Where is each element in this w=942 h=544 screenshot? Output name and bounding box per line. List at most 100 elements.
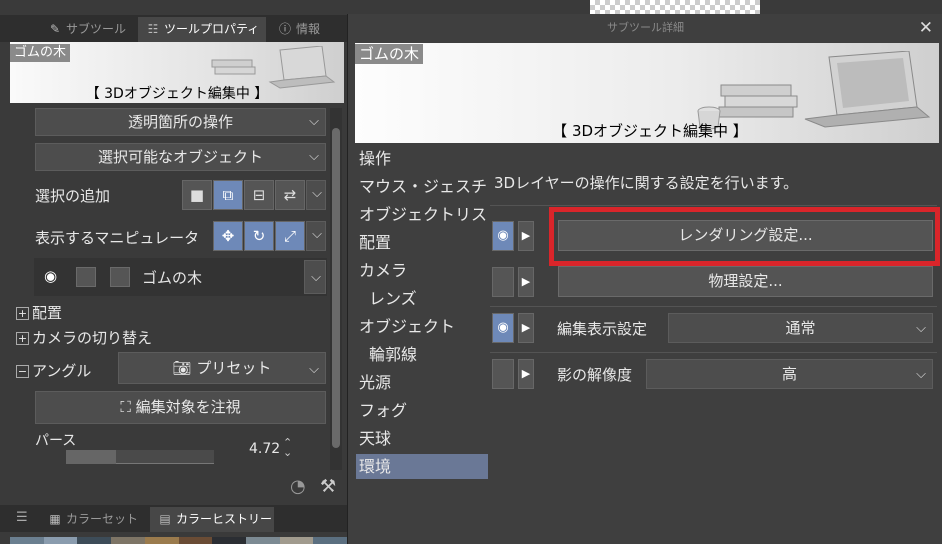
category-item[interactable]: カメラ: [356, 258, 488, 283]
physics-expand-button[interactable]: ▶: [518, 267, 534, 297]
square-icon: ■: [189, 186, 205, 204]
color-swatch[interactable]: [245, 537, 280, 544]
wrench-icon[interactable]: ⚒: [320, 476, 336, 497]
section-camera-switch[interactable]: + カメラの切り替え: [16, 327, 152, 348]
category-item[interactable]: オブジェクトリスト: [356, 202, 488, 227]
layer-checkbox-2[interactable]: [110, 267, 130, 287]
layer-dropdown[interactable]: ⌵: [304, 260, 326, 294]
tab-color-history[interactable]: ▤ カラーヒストリー: [150, 507, 274, 532]
color-swatch[interactable]: [10, 537, 44, 544]
chevron-down-icon: ⌵: [309, 149, 319, 164]
preview-status: 【 3Dオブジェクト編集中 】: [552, 122, 748, 140]
tab-subtool[interactable]: ✎ サブツール: [40, 17, 136, 42]
color-swatch[interactable]: [178, 537, 213, 544]
color-swatch[interactable]: [144, 537, 179, 544]
subtract-selection-button[interactable]: ⊟: [244, 180, 274, 210]
scrollbar-thumb[interactable]: [332, 128, 340, 448]
palette-icon: ▦: [49, 512, 61, 526]
scale-icon: ⤢: [283, 227, 296, 245]
swap-icon: ⇄: [283, 186, 297, 204]
object-layer-row[interactable]: ◉ ゴムの木 ⌵: [34, 258, 327, 296]
category-item[interactable]: 輪郭線: [356, 342, 488, 367]
add-selection-icon: ⧉: [222, 186, 234, 204]
brush-icon: ✎: [49, 22, 61, 36]
scale-manipulator-button[interactable]: ⤢: [275, 221, 305, 251]
category-item[interactable]: マウス・ジェスチャー: [356, 174, 488, 199]
category-item[interactable]: 操作: [356, 146, 488, 171]
color-swatch[interactable]: [77, 537, 112, 544]
chevron-down-icon: ⌵: [309, 362, 319, 377]
shadow-resolution-label: 影の解像度: [557, 366, 633, 384]
new-selection-button[interactable]: ■: [182, 180, 212, 210]
divider: [490, 306, 937, 307]
category-item[interactable]: 天球: [356, 426, 488, 451]
expand-icon: +: [16, 332, 29, 345]
close-icon[interactable]: ✕: [919, 18, 933, 38]
divider: [490, 205, 937, 206]
info-icon: ⓘ: [278, 22, 291, 36]
section-placement[interactable]: + 配置: [16, 302, 62, 323]
edit-display-visibility-toggle[interactable]: ◉: [492, 313, 514, 343]
tab-tool-property[interactable]: ☷ ツールプロパティ: [138, 17, 266, 42]
preset-dropdown[interactable]: 📷︎ プリセット ⌵: [118, 352, 326, 384]
eye-icon: ◉: [497, 228, 509, 243]
selectable-object-dropdown[interactable]: 選択可能なオブジェクト ⌵: [35, 143, 326, 171]
left-scrollbar[interactable]: [330, 108, 342, 470]
section-angle[interactable]: − アングル: [16, 360, 91, 381]
move-manipulator-button[interactable]: ✥: [213, 221, 243, 251]
panel-menu-icon[interactable]: ☰: [16, 510, 28, 525]
shadow-resolution-dropdown[interactable]: 高 ⌵: [646, 359, 933, 389]
selection-mode-dropdown[interactable]: ⌵: [306, 180, 326, 210]
color-swatch[interactable]: [111, 537, 145, 544]
film-icon: ▤: [159, 512, 171, 526]
perspective-value: 4.72: [249, 441, 281, 457]
physics-visibility-toggle[interactable]: [492, 267, 514, 297]
highlight-box: [549, 207, 940, 266]
chevron-down-icon: ⌵: [309, 114, 319, 129]
physics-settings-button[interactable]: 物理設定...: [558, 266, 933, 297]
color-swatch[interactable]: [313, 537, 348, 544]
shadow-visibility-toggle[interactable]: [492, 359, 514, 389]
perspective-slider[interactable]: [66, 450, 214, 464]
category-item[interactable]: 配置: [356, 230, 488, 255]
add-selection-button[interactable]: ⧉: [213, 180, 243, 210]
transparent-canvas: [590, 0, 760, 14]
rendering-expand-button[interactable]: ▶: [518, 221, 534, 251]
color-history-swatches[interactable]: [10, 537, 348, 544]
subtract-selection-icon: ⊟: [252, 186, 266, 204]
color-swatch[interactable]: [43, 537, 78, 544]
focus-edit-target-button[interactable]: ⛶ 編集対象を注視: [35, 391, 326, 424]
rotate-manipulator-button[interactable]: ↻: [244, 221, 274, 251]
divider: [490, 352, 937, 353]
category-description: 3Dレイヤーの操作に関する設定を行います。: [494, 174, 799, 192]
timer-icon[interactable]: ◔: [290, 476, 306, 497]
manipulator-dropdown[interactable]: ⌵: [306, 221, 326, 251]
canvas-area[interactable]: [347, 0, 942, 14]
focus-icon: ⛶: [120, 398, 136, 416]
shadow-expand-button[interactable]: ▶: [518, 359, 534, 389]
category-item-selected[interactable]: 環境: [356, 454, 488, 479]
manipulator-label: 表示するマニピュレータ: [35, 229, 200, 247]
dialog-title: サブツール詳細: [348, 14, 942, 42]
edit-display-expand-button[interactable]: ▶: [518, 313, 534, 343]
rendering-visibility-toggle[interactable]: ◉: [492, 221, 514, 251]
triangle-right-icon: ▶: [521, 229, 531, 242]
color-swatch[interactable]: [279, 537, 314, 544]
tab-info[interactable]: ⓘ 情報: [270, 17, 344, 42]
layer-checkbox-1[interactable]: [76, 267, 96, 287]
category-item[interactable]: フォグ: [356, 398, 488, 423]
tab-color-set[interactable]: ▦ カラーセット: [40, 507, 144, 532]
transparent-area-dropdown[interactable]: 透明箇所の操作 ⌵: [35, 108, 326, 136]
color-swatch[interactable]: [212, 537, 246, 544]
toggle-selection-button[interactable]: ⇄: [275, 180, 305, 210]
preview-status: 【 3Dオブジェクト編集中 】: [85, 86, 269, 102]
edit-display-dropdown[interactable]: 通常 ⌵: [668, 313, 933, 343]
left-tabbar: ✎ サブツール ☷ ツールプロパティ ⓘ 情報: [0, 15, 347, 42]
category-item[interactable]: オブジェクト: [356, 314, 488, 339]
bottom-tabbar: ☰ ▦ カラーセット ▤ カラーヒストリー: [0, 505, 347, 532]
category-item[interactable]: レンズ: [356, 286, 488, 311]
perspective-stepper[interactable]: ⌃ ⌄: [283, 437, 292, 458]
eye-icon[interactable]: ◉: [44, 267, 57, 285]
category-item[interactable]: 光源: [356, 370, 488, 395]
eye-icon: ◉: [497, 320, 509, 335]
